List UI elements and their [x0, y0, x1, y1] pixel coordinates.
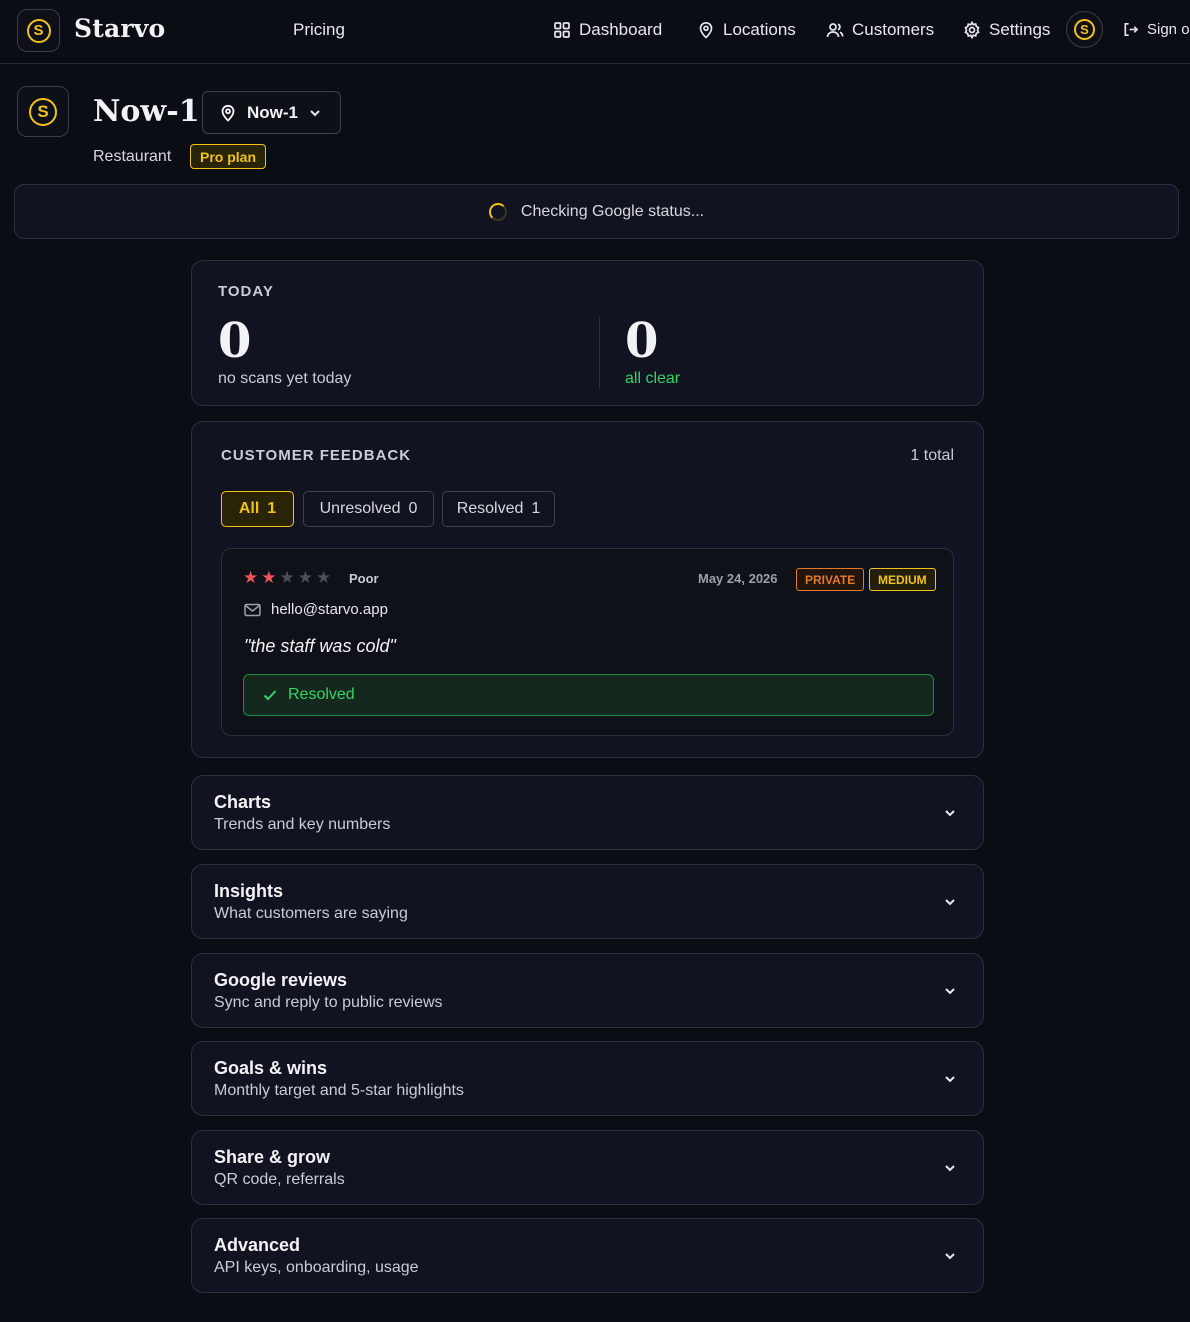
- brand-name[interactable]: Starvo: [74, 14, 165, 43]
- filter-all-label: All: [238, 500, 260, 517]
- section-title: Advanced: [214, 1235, 301, 1255]
- section-subtitle: API keys, onboarding, usage: [214, 1259, 419, 1276]
- nav-locations[interactable]: Locations: [697, 20, 796, 40]
- google-status-bar: Checking Google status...: [14, 184, 1179, 239]
- star-empty-icon: ★: [279, 568, 295, 587]
- user-avatar[interactable]: S: [1066, 11, 1103, 48]
- section-subtitle: Sync and reply to public reviews: [214, 994, 443, 1011]
- review-date: May 24, 2026: [698, 571, 778, 586]
- location-selector[interactable]: Now-1: [202, 91, 341, 134]
- star-rating: ★ ★ ★ ★ ★: [243, 569, 331, 586]
- severity-tag: MEDIUM: [869, 568, 936, 591]
- section-subtitle: Trends and key numbers: [214, 816, 391, 833]
- chevron-down-icon: [943, 984, 957, 1003]
- section-charts[interactable]: Charts Trends and key numbers: [191, 775, 984, 850]
- star-filled-icon: ★: [243, 568, 259, 587]
- google-status-text: Checking Google status...: [520, 202, 705, 220]
- map-pin-icon: [221, 104, 235, 122]
- filter-unresolved-count: 0: [408, 500, 418, 517]
- check-icon: [263, 690, 277, 701]
- section-insights[interactable]: Insights What customers are saying: [191, 864, 984, 939]
- filter-unresolved[interactable]: Unresolved 0: [303, 491, 434, 527]
- review-email-row: hello@starvo.app: [244, 601, 388, 618]
- plan-badge: Pro plan: [190, 144, 267, 169]
- nav-dashboard-label: Dashboard: [579, 20, 663, 39]
- filter-unresolved-label: Unresolved: [319, 500, 401, 517]
- brand-logo[interactable]: S: [17, 9, 60, 52]
- location-logo: S: [17, 86, 69, 137]
- chevron-down-icon: [943, 806, 957, 825]
- nav-customers[interactable]: Customers: [826, 20, 934, 40]
- star-filled-icon: ★: [261, 568, 277, 587]
- loading-spinner-icon: [488, 202, 507, 221]
- dashboard-grid-icon: [554, 22, 570, 38]
- nav-pricing-label: Pricing: [293, 20, 345, 39]
- stat-divider: [599, 317, 600, 389]
- sign-out-button[interactable]: Sign out: [1122, 21, 1190, 38]
- nav-customers-label: Customers: [852, 20, 935, 39]
- section-google-reviews[interactable]: Google reviews Sync and reply to public …: [191, 953, 984, 1028]
- users-icon: [826, 23, 844, 38]
- section-title: Charts: [214, 792, 272, 812]
- nav-settings-label: Settings: [989, 20, 1051, 39]
- resolved-status-label: Resolved: [288, 686, 355, 703]
- today-card: TODAY 0 no scans yet today 0 all clear: [191, 260, 984, 406]
- resolved-status: Resolved: [243, 674, 934, 716]
- section-title: Share & grow: [214, 1147, 331, 1167]
- scans-caption: no scans yet today: [218, 370, 352, 387]
- section-title: Insights: [214, 881, 284, 901]
- nav-settings[interactable]: Settings: [963, 20, 1050, 40]
- chevron-down-icon: [943, 1072, 957, 1091]
- section-subtitle: QR code, referrals: [214, 1171, 345, 1188]
- page-title: Now-1: [93, 94, 200, 129]
- issues-caption: all clear: [625, 370, 681, 387]
- customer-feedback-card: CUSTOMER FEEDBACK 1 total All 1 Unresolv…: [191, 421, 984, 758]
- section-advanced[interactable]: Advanced API keys, onboarding, usage: [191, 1218, 984, 1293]
- location-type: Restaurant: [93, 148, 172, 165]
- location-selector-value: Now-1: [247, 102, 298, 122]
- nav-dashboard[interactable]: Dashboard: [553, 20, 662, 40]
- chevron-down-icon: [943, 1161, 957, 1180]
- chevron-down-icon: [943, 895, 957, 914]
- chevron-down-icon: [310, 109, 320, 116]
- section-title: Google reviews: [214, 970, 348, 990]
- top-nav: S Starvo Pricing Dashboard Locations Cus…: [0, 0, 1190, 64]
- star-empty-icon: ★: [316, 568, 332, 587]
- section-title: Goals & wins: [214, 1058, 328, 1078]
- star-empty-icon: ★: [297, 568, 313, 587]
- nav-pricing[interactable]: Pricing: [293, 20, 345, 40]
- section-subtitle: Monthly target and 5-star highlights: [214, 1082, 464, 1099]
- filter-all[interactable]: All 1: [221, 491, 294, 527]
- filter-resolved[interactable]: Resolved 1: [442, 491, 555, 527]
- scans-count: 0: [218, 313, 252, 369]
- location-logo-icon: S: [29, 97, 57, 126]
- issues-count: 0: [625, 313, 659, 369]
- review-quote: "the staff was cold": [244, 636, 396, 656]
- sign-out-label: Sign out: [1147, 21, 1190, 38]
- today-label: TODAY: [218, 283, 274, 300]
- gear-icon: [964, 21, 980, 39]
- mail-icon: [244, 603, 261, 616]
- starvo-logo-icon: S: [26, 18, 51, 43]
- chevron-down-icon: [943, 1249, 957, 1268]
- review-email: hello@starvo.app: [271, 601, 388, 618]
- section-subtitle: What customers are saying: [214, 905, 408, 922]
- review-item[interactable]: ★ ★ ★ ★ ★ Poor May 24, 2026 PRIVATE MEDIUM h…: [221, 548, 954, 736]
- rating-word: Poor: [349, 571, 379, 586]
- private-tag: PRIVATE: [796, 568, 865, 591]
- filter-resolved-label: Resolved: [456, 500, 524, 517]
- map-pin-icon: [699, 22, 713, 39]
- avatar-logo-icon: S: [1074, 19, 1095, 40]
- filter-resolved-count: 1: [531, 500, 541, 517]
- feedback-total: 1 total: [910, 447, 954, 464]
- nav-locations-label: Locations: [723, 20, 796, 39]
- section-goals-wins[interactable]: Goals & wins Monthly target and 5-star h…: [191, 1041, 984, 1116]
- feedback-label: CUSTOMER FEEDBACK: [221, 447, 412, 464]
- sign-out-icon: [1124, 23, 1139, 36]
- section-share-grow[interactable]: Share & grow QR code, referrals: [191, 1130, 984, 1205]
- filter-all-count: 1: [267, 500, 277, 517]
